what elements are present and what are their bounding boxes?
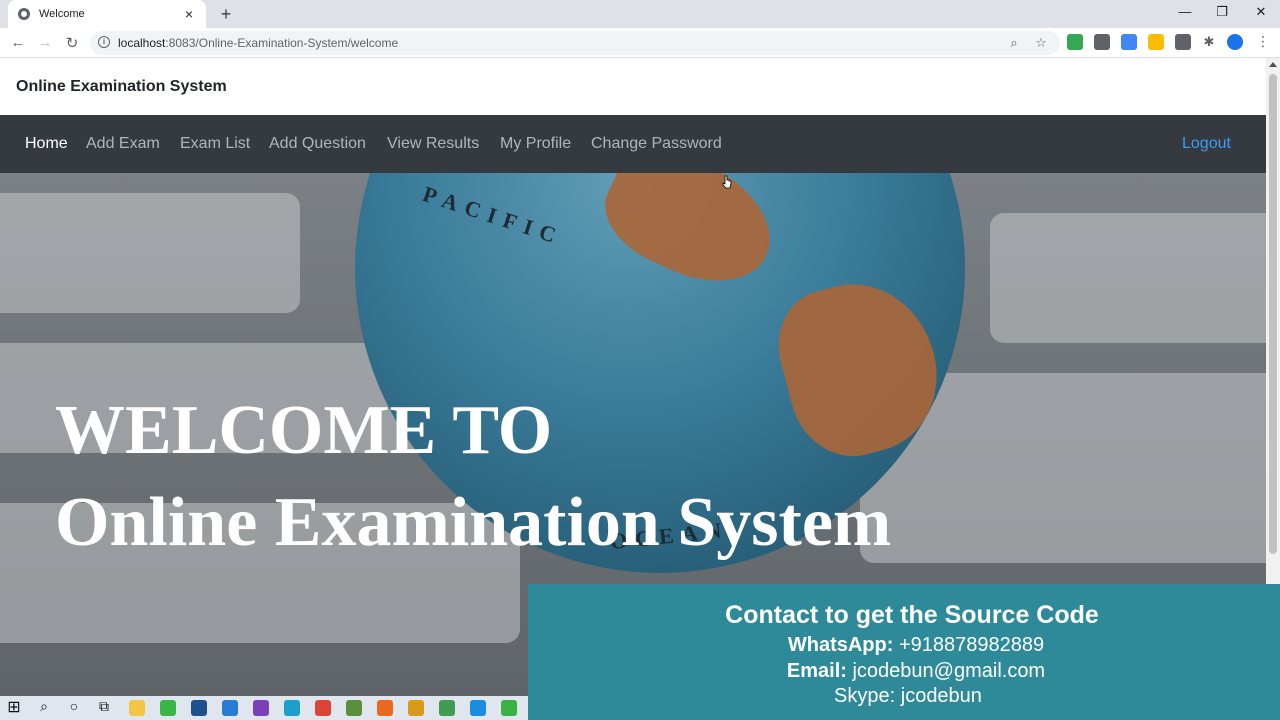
url-text[interactable]: localhost:8083/Online-Examination-System…: [118, 36, 398, 50]
globe-icon: [18, 8, 30, 20]
browser-tab-strip: Welcome × + — ❐ ✕: [0, 0, 1280, 28]
reload-button[interactable]: ↻: [63, 34, 81, 52]
nav-view-results[interactable]: View Results: [387, 135, 479, 153]
scroll-up-arrow-icon[interactable]: [1269, 62, 1277, 67]
profile-avatar[interactable]: [1227, 34, 1243, 50]
download-extension-icon[interactable]: [1094, 34, 1110, 50]
scrollbar-thumb[interactable]: [1269, 74, 1277, 554]
promo-skype: Skype: jcodebun: [834, 685, 982, 707]
windows-taskbar: ⊞ ⌕ ○ ⧉: [0, 696, 528, 720]
hero-title-line2: Online Examination System: [55, 484, 892, 561]
start-button[interactable]: ⊞: [5, 697, 23, 717]
browser-toolbar: ← → ↻ i localhost:8083/Online-Examinatio…: [0, 28, 1280, 58]
zoom-icon[interactable]: ⌕: [1006, 35, 1022, 51]
taskbar-app-icon[interactable]: [222, 700, 238, 716]
forward-button[interactable]: →: [36, 34, 54, 51]
page-scrollbar[interactable]: [1266, 58, 1280, 584]
hero-title-line1: WELCOME TO: [55, 392, 553, 469]
promo-email: Email: jcodebun@gmail.com: [786, 660, 1046, 682]
close-window-button[interactable]: ✕: [1251, 4, 1271, 20]
site-brand[interactable]: Online Examination System: [16, 78, 227, 96]
taskbar-app-icon[interactable]: [284, 700, 300, 716]
search-icon[interactable]: ⌕: [35, 698, 53, 715]
taskbar-app-icon[interactable]: [253, 700, 269, 716]
new-tab-button[interactable]: +: [216, 4, 236, 25]
taskbar-app-icon[interactable]: [129, 700, 145, 716]
grammarly-extension-icon[interactable]: [1067, 34, 1083, 50]
source-code-promo-banner: Contact to get the Source Code WhatsApp:…: [528, 584, 1280, 720]
tab-title: Welcome: [39, 8, 85, 20]
mouse-cursor-icon: [722, 175, 732, 189]
logout-link[interactable]: Logout: [1182, 135, 1231, 153]
taskbar-app-icon[interactable]: [439, 700, 455, 716]
promo-whatsapp: WhatsApp: +918878982889: [787, 634, 1045, 656]
site-header: Online Examination System: [0, 58, 1266, 115]
back-button[interactable]: ←: [9, 34, 27, 51]
minimize-button[interactable]: —: [1175, 4, 1195, 19]
site-info-icon[interactable]: i: [98, 36, 110, 48]
color-extension-icon[interactable]: [1148, 34, 1164, 50]
taskbar-app-icon[interactable]: [408, 700, 424, 716]
taskbar-app-icon[interactable]: [377, 700, 393, 716]
task-view-icon[interactable]: ⧉: [95, 698, 113, 715]
cortana-icon[interactable]: ○: [65, 698, 83, 714]
taskbar-app-icon[interactable]: [315, 700, 331, 716]
nav-home[interactable]: Home: [25, 135, 68, 153]
taskbar-app-icon[interactable]: [346, 700, 362, 716]
nav-add-question[interactable]: Add Question: [269, 135, 366, 153]
nav-add-exam[interactable]: Add Exam: [86, 135, 160, 153]
tab-close-icon[interactable]: ×: [182, 6, 196, 22]
taskbar-app-icon[interactable]: [191, 700, 207, 716]
extensions-puzzle-icon[interactable]: ✱: [1201, 34, 1217, 50]
main-navbar: Home Add Exam Exam List Add Question Vie…: [0, 115, 1266, 173]
nav-exam-list[interactable]: Exam List: [180, 135, 250, 153]
taskbar-app-icon[interactable]: [160, 700, 176, 716]
browser-menu-icon[interactable]: ⋮: [1256, 33, 1270, 50]
translate-extension-icon[interactable]: [1121, 34, 1137, 50]
promo-heading: Contact to get the Source Code: [725, 601, 1099, 629]
bookmark-star-icon[interactable]: ☆: [1033, 35, 1049, 51]
taskbar-app-icon[interactable]: [470, 700, 486, 716]
browser-tab-welcome[interactable]: Welcome ×: [8, 0, 206, 28]
taskbar-app-icon[interactable]: [501, 700, 517, 716]
nav-my-profile[interactable]: My Profile: [500, 135, 571, 153]
maximize-button[interactable]: ❐: [1212, 4, 1232, 20]
address-bar[interactable]: i localhost:8083/Online-Examination-Syst…: [90, 31, 1060, 55]
nav-change-password[interactable]: Change Password: [591, 135, 722, 153]
camera-extension-icon[interactable]: [1175, 34, 1191, 50]
